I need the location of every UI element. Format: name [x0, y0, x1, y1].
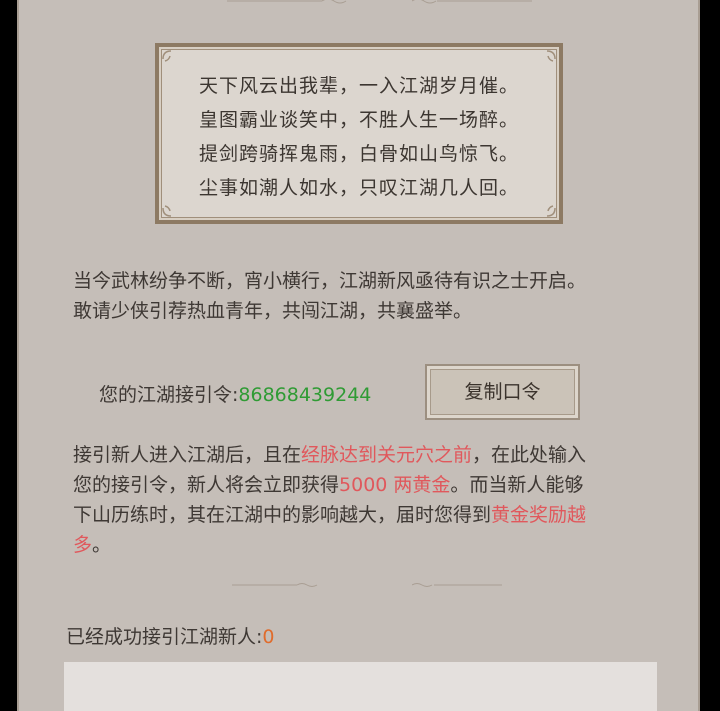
- mid-divider-left: [232, 582, 352, 588]
- invited-count-value: 0: [262, 626, 275, 648]
- invite-code-row: 您的江湖接引令:86868439244: [99, 380, 371, 407]
- invite-code-label: 您的江湖接引令:: [99, 384, 239, 406]
- rules-line-2: 您的接引令，新人将会立即获得5000 两黄金。而当新人能够: [73, 470, 663, 500]
- corner-ornament-icon: [162, 205, 172, 217]
- rules-line-1: 接引新人进入江湖后，且在经脉达到关元穴之前，在此处输入: [73, 440, 663, 470]
- rules-text-segment: 您的接引令，新人将会立即获得: [73, 474, 340, 496]
- intro-text: 当今武林纷争不断，宵小横行，江湖新风亟待有识之士开启。 敢请少侠引荐热血青年，共…: [73, 266, 663, 326]
- corner-ornament-icon: [162, 50, 172, 62]
- rules-text-segment: 。: [92, 534, 112, 556]
- top-divider-left: [227, 0, 347, 5]
- rules-text-segment: 。而当新人能够: [450, 474, 584, 496]
- mid-divider-right: [412, 582, 532, 588]
- intro-line-1: 当今武林纷争不断，宵小横行，江湖新风亟待有识之士开启。: [73, 270, 587, 292]
- poem-frame: 天下风云出我辈，一入江湖岁月催。 皇图霸业谈笑中，不胜人生一场醉。 提剑跨骑挥鬼…: [155, 43, 563, 224]
- corner-ornament-icon: [546, 50, 556, 62]
- intro-line-2: 敢请少侠引荐热血青年，共闯江湖，共襄盛举。: [73, 300, 473, 322]
- poem-line-4: 尘事如潮人如水，只叹江湖几人回。: [198, 177, 519, 199]
- invited-list-box[interactable]: [64, 662, 657, 711]
- rules-line-3: 下山历练时，其在江湖中的影响越大，届时您得到黄金奖励越: [73, 500, 663, 530]
- poem-line-3: 提剑跨骑挥鬼雨，白骨如山鸟惊飞。: [198, 143, 519, 165]
- copy-code-button[interactable]: 复制口令: [425, 364, 580, 420]
- poem-line-1: 天下风云出我辈，一入江湖岁月催。: [198, 75, 519, 97]
- corner-ornament-icon: [546, 205, 556, 217]
- invited-count-label: 已经成功接引江湖新人:: [66, 626, 263, 648]
- poem-line-2: 皇图霸业谈笑中，不胜人生一场醉。: [198, 109, 519, 131]
- invited-count-row: 已经成功接引江湖新人:0: [66, 622, 275, 649]
- rules-highlight: 经脉达到关元穴之前: [301, 444, 473, 466]
- rules-text-segment: 下山历练时，其在江湖中的影响越大，届时您得到: [73, 504, 492, 526]
- rules-highlight: 黄金奖励越: [491, 504, 587, 526]
- rules-line-4: 多。: [73, 530, 663, 560]
- rules-text-segment: ，在此处输入: [472, 444, 587, 466]
- invite-code-value: 86868439244: [238, 384, 372, 406]
- top-divider-right: [412, 0, 532, 5]
- rules-highlight: 多: [73, 534, 93, 556]
- rules-text: 接引新人进入江湖后，且在经脉达到关元穴之前，在此处输入 您的接引令，新人将会立即…: [73, 440, 663, 560]
- rules-highlight: 5000 两黄金: [339, 474, 451, 496]
- rules-text-segment: 接引新人进入江湖后，且在: [73, 444, 302, 466]
